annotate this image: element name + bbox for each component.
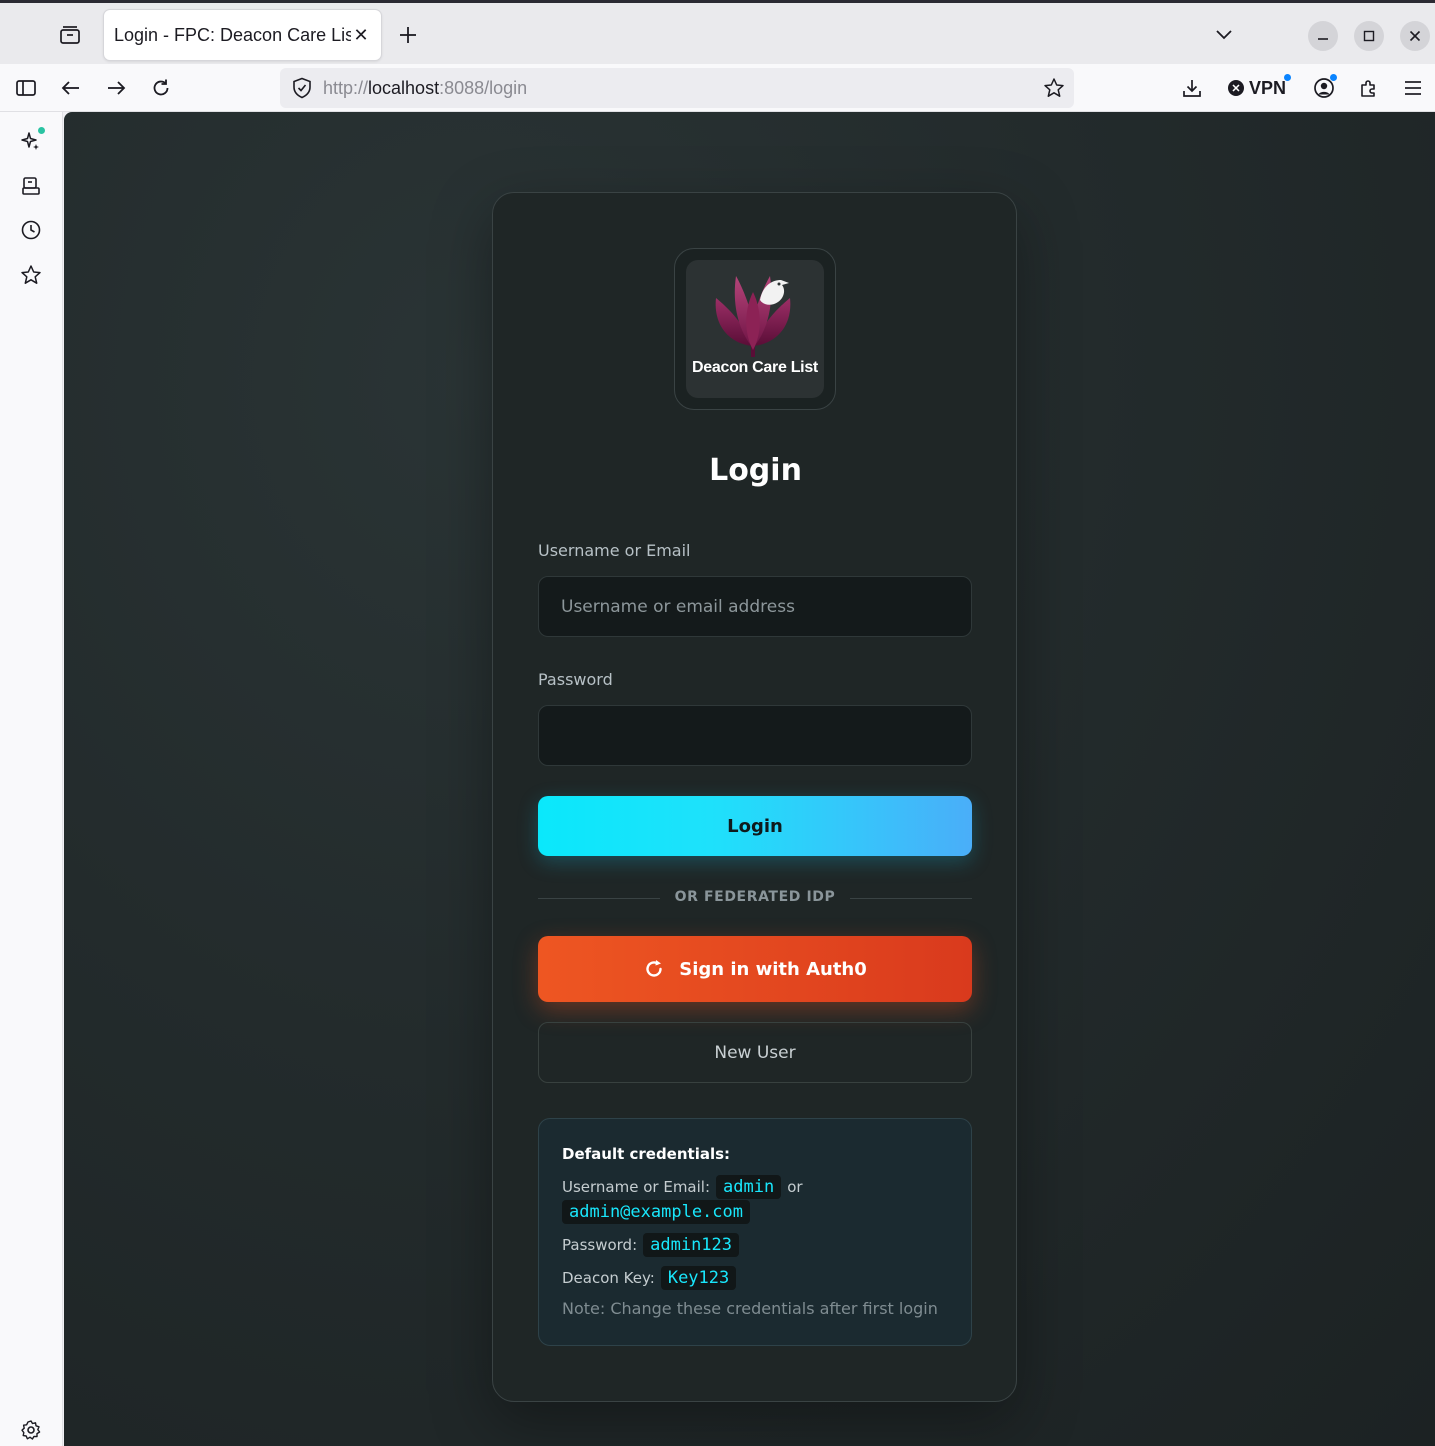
logo-tile: Deacon Care List	[686, 260, 824, 398]
divider-text: OR FEDERATED IDP	[674, 889, 836, 905]
account-badge-dot	[1330, 74, 1337, 81]
logo-text: Deacon Care List	[692, 359, 818, 376]
reload-icon[interactable]	[147, 74, 175, 102]
page-title: Login	[709, 453, 802, 488]
federated-divider: OR FEDERATED IDP	[538, 888, 972, 908]
credentials-key-row: Deacon Key: Key123	[562, 1266, 737, 1290]
tab-bar: Login - FPC: Deacon Care List ✕	[0, 0, 1435, 64]
close-window-icon[interactable]	[1400, 21, 1430, 51]
page-viewport: Deacon Care List Login Username or Email…	[64, 112, 1435, 1446]
ai-sparkle-icon[interactable]	[17, 127, 45, 155]
vpn-status-dot	[1284, 74, 1291, 81]
url-bar[interactable]: http://localhost:8088/login	[280, 68, 1074, 108]
history-clock-icon[interactable]	[17, 216, 45, 244]
chevron-down-icon[interactable]	[1212, 23, 1236, 47]
refresh-circle-icon	[646, 960, 662, 977]
downloads-icon[interactable]	[1178, 74, 1206, 102]
vpn-label: VPN	[1249, 77, 1287, 98]
navigation-toolbar: http://localhost:8088/login ✕ VPN	[0, 64, 1435, 112]
password-input[interactable]	[538, 705, 972, 766]
login-card: Deacon Care List Login Username or Email…	[492, 192, 1017, 1402]
default-credentials-box: Default credentials: Username or Email: …	[538, 1118, 972, 1346]
extensions-icon[interactable]	[1355, 74, 1383, 102]
auth0-signin-button[interactable]: Sign in with Auth0	[538, 936, 972, 1002]
username-label: Username or Email	[538, 541, 691, 560]
synced-tabs-icon[interactable]	[17, 172, 45, 200]
credentials-username-row: Username or Email: admin or	[562, 1175, 803, 1199]
account-icon[interactable]	[1310, 74, 1338, 102]
tracking-protection-shield-icon[interactable]	[290, 76, 314, 100]
tulip-dove-logo-icon	[715, 276, 791, 357]
credentials-or-text: or	[787, 1178, 803, 1196]
settings-gear-icon[interactable]	[17, 1416, 45, 1444]
credentials-note: Note: Change these credentials after fir…	[562, 1299, 938, 1318]
credentials-password-label: Password:	[562, 1236, 638, 1254]
credentials-password-row: Password: admin123	[562, 1233, 740, 1257]
username-input[interactable]	[538, 576, 972, 637]
menu-icon[interactable]	[1399, 74, 1427, 102]
sidebar-toggle-icon[interactable]	[12, 74, 40, 102]
credentials-username-value: admin	[716, 1175, 782, 1199]
credentials-password-value: admin123	[643, 1233, 740, 1257]
vpn-button[interactable]: ✕ VPN	[1228, 74, 1291, 101]
browser-sidebar	[0, 112, 63, 1446]
browser-tab[interactable]: Login - FPC: Deacon Care List ✕	[104, 10, 381, 60]
maximize-icon[interactable]	[1354, 21, 1384, 51]
forward-icon[interactable]	[102, 74, 130, 102]
back-icon[interactable]	[57, 74, 85, 102]
tab-overview-icon[interactable]	[56, 21, 84, 49]
url-host: localhost	[368, 77, 440, 98]
minimize-icon[interactable]	[1308, 21, 1338, 51]
divider-line-right	[850, 898, 972, 899]
app-logo: Deacon Care List	[674, 248, 836, 410]
new-tab-icon[interactable]	[395, 22, 421, 48]
bookmarks-star-icon[interactable]	[17, 261, 45, 289]
credentials-key-label: Deacon Key:	[562, 1269, 655, 1287]
url-text: http://localhost:8088/login	[323, 78, 527, 99]
credentials-username-label: Username or Email:	[562, 1178, 711, 1196]
new-user-button[interactable]: New User	[538, 1022, 972, 1083]
credentials-heading: Default credentials:	[562, 1145, 731, 1163]
credentials-email-row: admin@example.com	[562, 1200, 750, 1224]
ai-status-dot	[38, 127, 45, 134]
credentials-email-value: admin@example.com	[562, 1200, 750, 1224]
bookmark-star-icon[interactable]	[1042, 76, 1066, 100]
auth0-button-label: Sign in with Auth0	[679, 958, 867, 980]
close-tab-icon[interactable]: ✕	[351, 25, 371, 46]
vpn-off-icon: ✕	[1228, 80, 1244, 96]
login-button[interactable]: Login	[538, 796, 972, 856]
credentials-key-value: Key123	[660, 1266, 737, 1290]
password-label: Password	[538, 670, 613, 689]
url-scheme: http://	[323, 77, 369, 98]
url-path: :8088/login	[439, 77, 528, 98]
tab-title: Login - FPC: Deacon Care List	[114, 24, 351, 45]
